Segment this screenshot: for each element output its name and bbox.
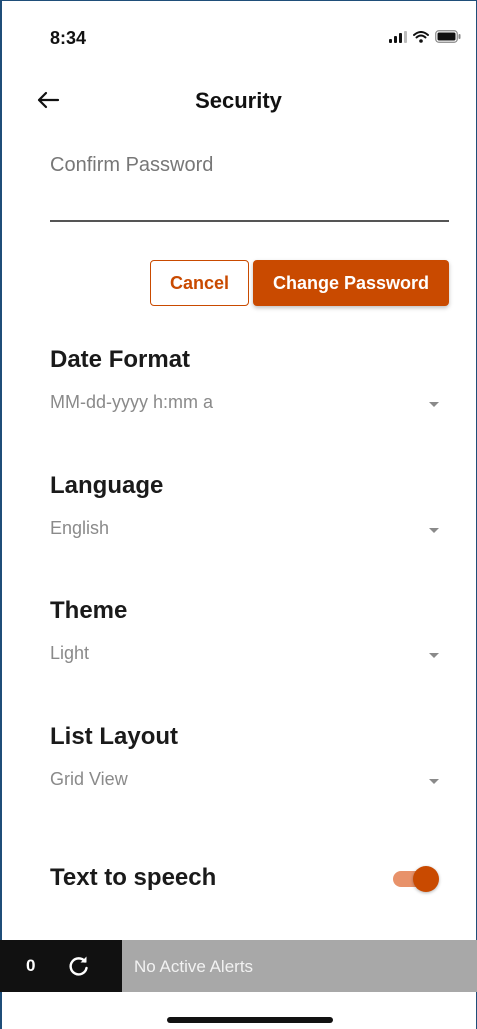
alert-message: No Active Alerts — [134, 957, 254, 976]
app-header: Security — [0, 70, 477, 130]
list-layout-label: List Layout — [50, 723, 179, 750]
page-title: Security — [195, 88, 282, 113]
refresh-icon — [69, 956, 88, 976]
cancel-button[interactable]: Cancel — [150, 260, 249, 306]
confirm-password-label: Confirm Password — [50, 154, 214, 176]
chevron-down-icon — [429, 402, 439, 407]
status-bar: 8:34 — [0, 0, 477, 70]
password-actions: Cancel Change Password — [150, 260, 449, 306]
status-time: 8:34 — [50, 28, 87, 48]
refresh-button[interactable] — [66, 953, 92, 979]
theme-select[interactable]: Light — [50, 643, 449, 673]
theme-value: Light — [50, 643, 90, 663]
signal-icon — [389, 30, 407, 43]
toggle-thumb — [413, 866, 439, 892]
text-to-speech-toggle[interactable] — [391, 866, 439, 892]
text-to-speech-label: Text to speech — [50, 864, 217, 891]
date-format-select[interactable]: MM-dd-yyyy h:mm a — [50, 392, 449, 422]
battery-icon — [435, 30, 461, 43]
date-format-label: Date Format — [50, 346, 191, 373]
language-select[interactable]: English — [50, 518, 449, 548]
status-icons — [389, 30, 461, 43]
theme-setting: Theme Light — [50, 597, 449, 673]
date-format-value: MM-dd-yyyy h:mm a — [50, 392, 214, 412]
language-setting: Language English — [50, 472, 449, 548]
chevron-down-icon — [429, 779, 439, 784]
change-password-button[interactable]: Change Password — [253, 260, 449, 306]
text-to-speech-setting: Text to speech — [50, 860, 449, 900]
date-format-setting: Date Format MM-dd-yyyy h:mm a — [50, 346, 449, 422]
chevron-down-icon — [429, 528, 439, 533]
alert-controls: 0 — [0, 940, 122, 992]
chevron-down-icon — [429, 653, 439, 658]
theme-label: Theme — [50, 597, 128, 624]
settings-content[interactable]: Confirm Password Cancel Change Password … — [0, 150, 477, 940]
alert-bar: 0 No Active Alerts — [0, 940, 477, 992]
language-value: English — [50, 518, 110, 538]
list-layout-select[interactable]: Grid View — [50, 769, 449, 799]
list-layout-setting: List Layout Grid View — [50, 723, 449, 799]
list-layout-value: Grid View — [50, 769, 128, 789]
confirm-password-input[interactable] — [50, 220, 449, 222]
language-label: Language — [50, 472, 164, 499]
home-indicator[interactable] — [167, 1017, 333, 1023]
wifi-icon — [413, 30, 429, 43]
alert-count: 0 — [26, 956, 36, 975]
